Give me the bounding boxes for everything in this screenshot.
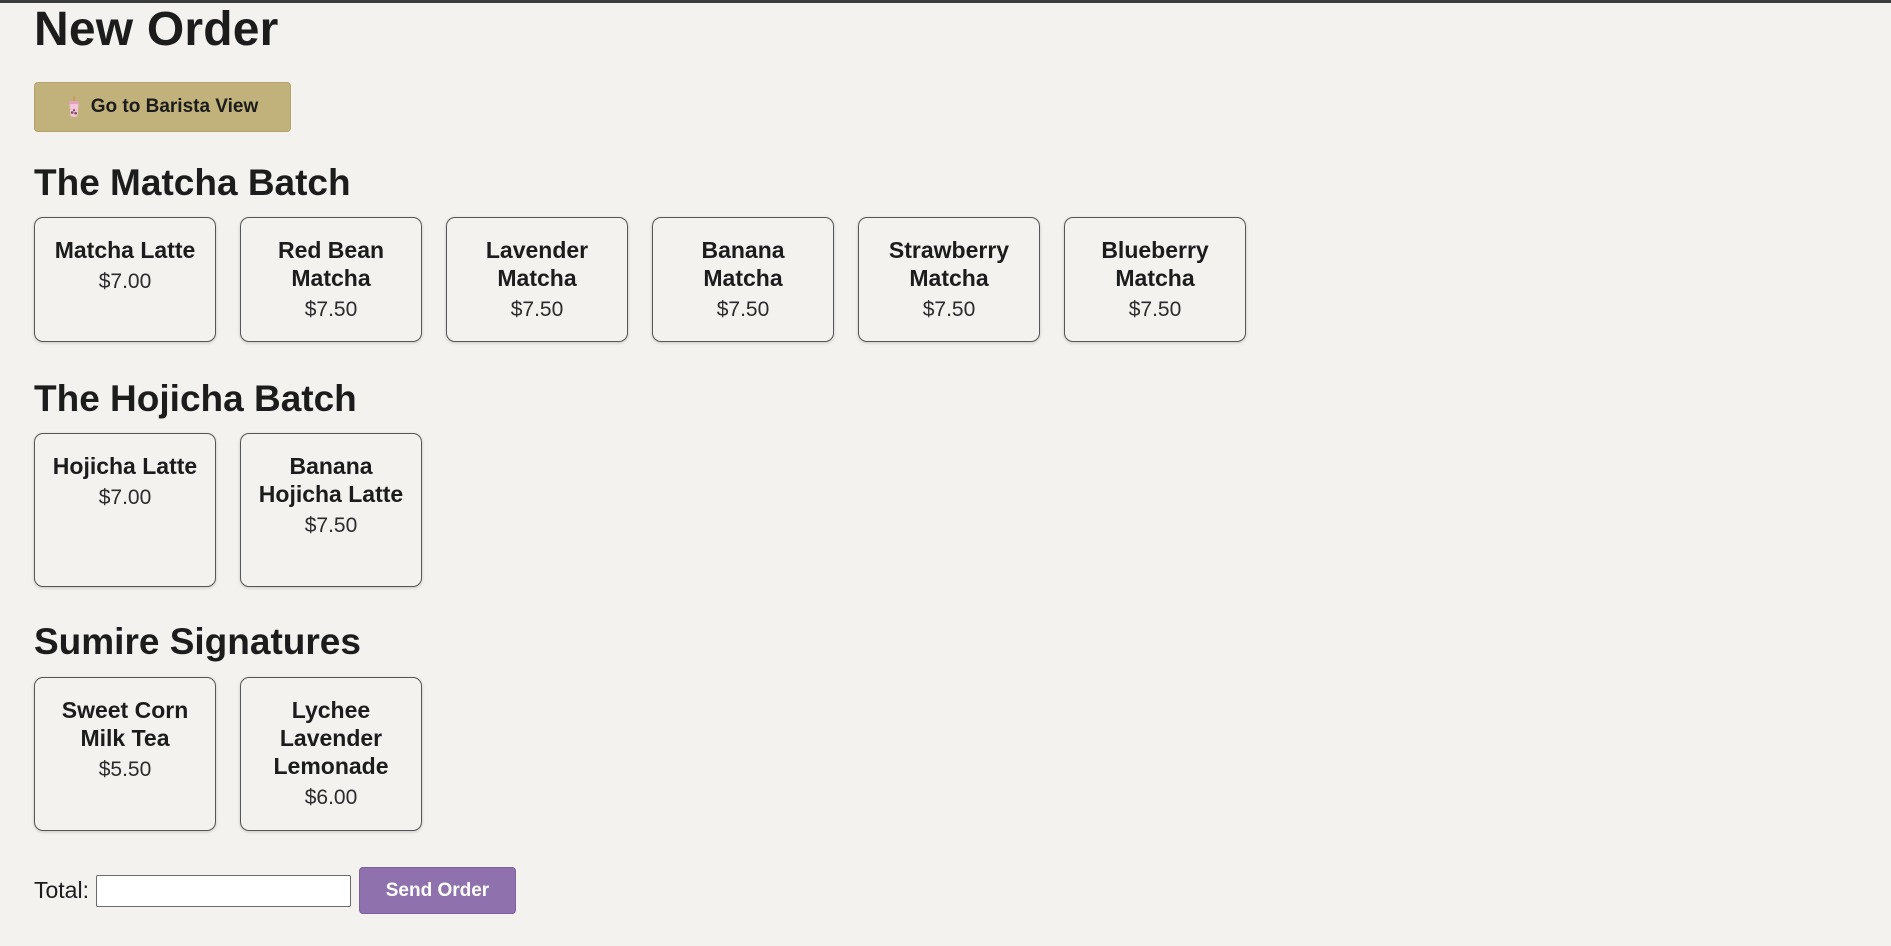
order-footer: Total: Send Order (34, 867, 516, 914)
menu-item-price: $7.50 (716, 298, 770, 321)
total-input[interactable] (95, 874, 351, 907)
menu-item-hojicha-latte[interactable]: Hojicha Latte $7.00 (34, 433, 216, 587)
go-to-barista-view-button[interactable]: Go to Barista View (34, 82, 291, 132)
barista-button-label: Go to Barista View (90, 96, 259, 117)
bubble-tea-cup-icon (68, 96, 79, 117)
top-border (0, 0, 1891, 3)
menu-item-price: $7.50 (922, 298, 976, 321)
section-title-matcha-batch: The Matcha Batch (34, 162, 351, 203)
menu-item-name: Matcha Latte (54, 237, 196, 263)
menu-item-name: Lychee Lavender Lemonade (273, 697, 389, 779)
menu-item-name: Banana Matcha (701, 237, 785, 291)
menu-item-name: Strawberry Matcha (888, 237, 1010, 291)
menu-item-price: $7.50 (1128, 298, 1182, 321)
section-title-hojicha-batch: The Hojicha Batch (34, 378, 357, 419)
menu-item-sweet-corn-milk-tea[interactable]: Sweet Corn Milk Tea $5.50 (34, 677, 216, 831)
sumire-signatures-grid: Sweet Corn Milk Tea $5.50 Lychee Lavende… (34, 677, 422, 831)
section-title-sumire-signatures: Sumire Signatures (34, 621, 361, 662)
menu-item-price: $7.50 (510, 298, 564, 321)
menu-item-price: $7.50 (304, 514, 358, 537)
hojicha-batch-grid: Hojicha Latte $7.00 Banana Hojicha Latte… (34, 433, 422, 587)
menu-item-name: Sweet Corn Milk Tea (61, 697, 189, 751)
menu-item-price: $7.50 (304, 298, 358, 321)
menu-item-price: $5.50 (98, 758, 152, 781)
send-order-button[interactable]: Send Order (358, 867, 516, 914)
menu-item-banana-matcha[interactable]: Banana Matcha $7.50 (652, 217, 834, 342)
total-label: Total: (34, 877, 89, 903)
menu-item-lychee-lavender-lemonade[interactable]: Lychee Lavender Lemonade $6.00 (240, 677, 422, 831)
menu-item-lavender-matcha[interactable]: Lavender Matcha $7.50 (446, 217, 628, 342)
menu-item-name: Banana Hojicha Latte (258, 453, 404, 507)
menu-item-strawberry-matcha[interactable]: Strawberry Matcha $7.50 (858, 217, 1040, 342)
menu-item-blueberry-matcha[interactable]: Blueberry Matcha $7.50 (1064, 217, 1246, 342)
menu-item-price: $7.00 (98, 270, 152, 293)
menu-item-matcha-latte[interactable]: Matcha Latte $7.00 (34, 217, 216, 342)
menu-item-price: $6.00 (304, 786, 358, 809)
menu-item-name: Hojicha Latte (52, 453, 198, 479)
menu-item-name: Red Bean Matcha (277, 237, 385, 291)
menu-item-banana-hojicha-latte[interactable]: Banana Hojicha Latte $7.50 (240, 433, 422, 587)
matcha-batch-grid: Matcha Latte $7.00 Red Bean Matcha $7.50… (34, 217, 1246, 342)
menu-item-red-bean-matcha[interactable]: Red Bean Matcha $7.50 (240, 217, 422, 342)
menu-item-name: Blueberry Matcha (1101, 237, 1209, 291)
menu-item-name: Lavender Matcha (485, 237, 589, 291)
page-title: New Order (34, 3, 279, 56)
menu-item-price: $7.00 (98, 486, 152, 509)
